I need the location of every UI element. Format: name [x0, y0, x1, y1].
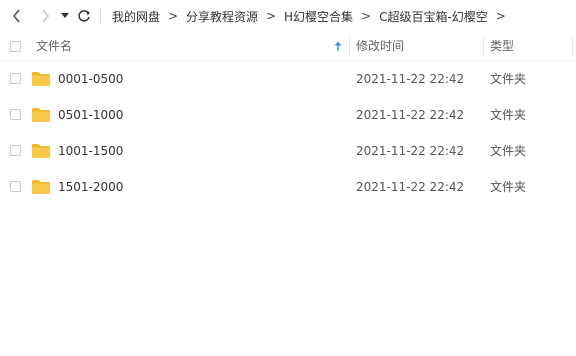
breadcrumb-separator[interactable]: > — [353, 9, 379, 23]
file-list-header: 文件名 修改时间 类型 — [0, 33, 576, 61]
file-modified-time: 2021-11-22 22:42 — [356, 72, 465, 86]
file-modified-time: 2021-11-22 22:42 — [356, 108, 465, 122]
file-row[interactable]: 0001-0500 2021-11-22 22:42 文件夹 — [0, 61, 576, 97]
sort-up-arrow-icon[interactable] — [334, 41, 342, 52]
breadcrumb: 我的网盘 > 分享教程资源 > H幻樱空合集 > C超级百宝箱-幻樱空 > — [112, 0, 514, 32]
file-modified-time: 2021-11-22 22:42 — [356, 180, 465, 194]
file-row[interactable]: 1001-1500 2021-11-22 22:42 文件夹 — [0, 133, 576, 169]
file-name[interactable]: 0501-1000 — [58, 97, 123, 133]
file-type: 文件夹 — [490, 180, 527, 194]
file-name[interactable]: 0001-0500 — [58, 61, 123, 97]
column-divider[interactable] — [349, 37, 350, 57]
file-modified-time: 2021-11-22 22:42 — [356, 144, 465, 158]
chevron-left-icon — [12, 9, 20, 23]
file-name[interactable]: 1001-1500 — [58, 133, 123, 169]
file-type: 文件夹 — [490, 144, 527, 158]
chevron-right-icon — [42, 9, 50, 23]
file-name[interactable]: 1501-2000 — [58, 169, 123, 205]
history-dropdown-button[interactable] — [58, 5, 72, 27]
breadcrumb-separator[interactable]: > — [258, 9, 284, 23]
file-type: 文件夹 — [490, 72, 527, 86]
dropdown-caret-icon — [61, 13, 69, 18]
row-checkbox[interactable] — [10, 73, 21, 84]
file-row[interactable]: 0501-1000 2021-11-22 22:42 文件夹 — [0, 97, 576, 133]
refresh-icon — [78, 10, 90, 22]
nav-divider — [100, 9, 101, 25]
breadcrumb-item-my-netdisk[interactable]: 我的网盘 — [112, 8, 160, 25]
row-checkbox[interactable] — [10, 181, 21, 192]
file-row[interactable]: 1501-2000 2021-11-22 22:42 文件夹 — [0, 169, 576, 205]
file-type: 文件夹 — [490, 108, 527, 122]
folder-icon — [32, 144, 50, 158]
row-checkbox[interactable] — [10, 109, 21, 120]
breadcrumb-separator[interactable]: > — [160, 9, 186, 23]
select-all-checkbox[interactable] — [10, 41, 21, 52]
breadcrumb-item-current-folder[interactable]: C超级百宝箱-幻樱空 — [379, 8, 488, 25]
folder-icon — [32, 180, 50, 194]
back-button[interactable] — [8, 5, 26, 27]
column-header-name[interactable]: 文件名 — [36, 33, 72, 60]
row-checkbox[interactable] — [10, 145, 21, 156]
refresh-button[interactable] — [75, 5, 93, 27]
column-divider[interactable] — [572, 37, 573, 57]
column-header-type[interactable]: 类型 — [490, 33, 514, 60]
navigation-bar: 我的网盘 > 分享教程资源 > H幻樱空合集 > C超级百宝箱-幻樱空 > — [0, 0, 576, 32]
column-header-modified[interactable]: 修改时间 — [356, 33, 404, 60]
breadcrumb-item-collection[interactable]: H幻樱空合集 — [284, 8, 353, 25]
forward-button[interactable] — [36, 5, 54, 27]
folder-icon — [32, 108, 50, 122]
breadcrumb-item-share-tutorials[interactable]: 分享教程资源 — [186, 8, 258, 25]
breadcrumb-separator[interactable]: > — [488, 9, 514, 23]
column-divider[interactable] — [483, 37, 484, 57]
folder-icon — [32, 72, 50, 86]
